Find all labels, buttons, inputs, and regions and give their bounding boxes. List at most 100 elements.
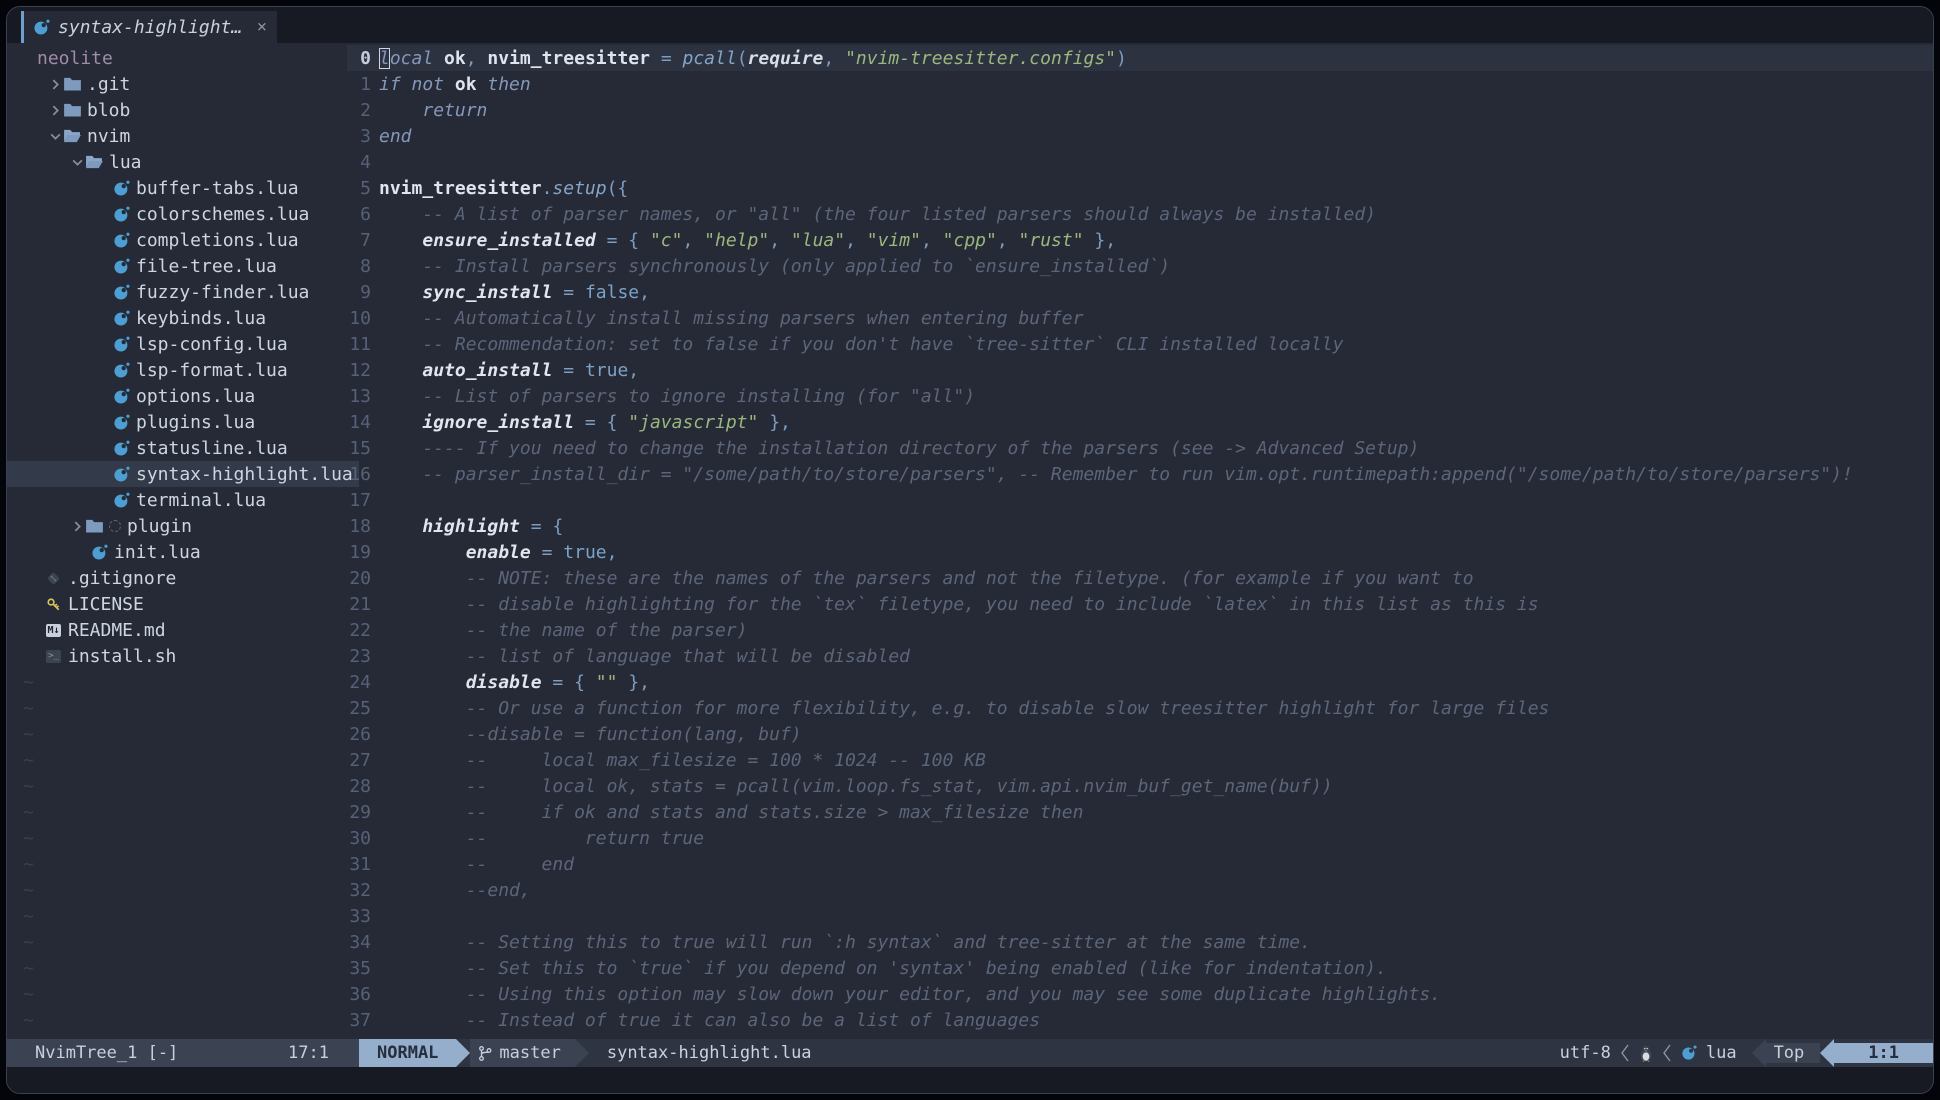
tree-item-lsp-format-lua[interactable]: lsp-format.lua xyxy=(7,357,359,383)
empty-line-tilde: ~ xyxy=(7,851,359,877)
code-line-33[interactable]: 33 xyxy=(347,903,1933,929)
line-number: 6 xyxy=(347,204,371,225)
tabline: syntax-highlight… × xyxy=(7,7,1933,43)
code-line-34[interactable]: 34 -- Setting this to true will run `:h … xyxy=(347,929,1933,955)
tree-item-keybinds-lua[interactable]: keybinds.lua xyxy=(7,305,359,331)
code-line-31[interactable]: 31 -- end xyxy=(347,851,1933,877)
tree-item-options-lua[interactable]: options.lua xyxy=(7,383,359,409)
folder-closed-icon xyxy=(64,77,81,91)
code-line-4[interactable]: 4 xyxy=(347,149,1933,175)
tree-item-lua[interactable]: lua xyxy=(7,149,359,175)
code-line-0[interactable]: 0local ok, nvim_treesitter = pcall(requi… xyxy=(347,45,1933,71)
code-line-3[interactable]: 3end xyxy=(347,123,1933,149)
line-number: 5 xyxy=(347,178,371,199)
tree-item-label: terminal.lua xyxy=(136,490,266,511)
code-line-32[interactable]: 32 --end, xyxy=(347,877,1933,903)
code-line-35[interactable]: 35 -- Set this to `true` if you depend o… xyxy=(347,955,1933,981)
tree-item-lsp-config-lua[interactable]: lsp-config.lua xyxy=(7,331,359,357)
statusline: NvimTree_1 [-] 17:1 NORMAL master syntax… xyxy=(7,1039,1933,1067)
tree-item-label: .gitignore xyxy=(68,568,176,589)
code-line-2[interactable]: 2 return xyxy=(347,97,1933,123)
line-number: 7 xyxy=(347,230,371,251)
tree-item-blob[interactable]: blob xyxy=(7,97,359,123)
code-line-9[interactable]: 9 sync_install = false, xyxy=(347,279,1933,305)
tree-item-terminal-lua[interactable]: terminal.lua xyxy=(7,487,359,513)
line-number: 2 xyxy=(347,100,371,121)
code-buffer[interactable]: 0local ok, nvim_treesitter = pcall(requi… xyxy=(347,45,1933,1033)
code-line-17[interactable]: 17 xyxy=(347,487,1933,513)
tree-item-license[interactable]: LICENSE xyxy=(7,591,359,617)
code-line-26[interactable]: 26 --disable = function(lang, buf) xyxy=(347,721,1933,747)
tree-item--git[interactable]: .git xyxy=(7,71,359,97)
command-line[interactable] xyxy=(7,1067,1933,1093)
tree-item-install-sh[interactable]: >_install.sh xyxy=(7,643,359,669)
tree-root-label[interactable]: neolite xyxy=(7,45,359,71)
tab-syntax-highlight[interactable]: syntax-highlight… × xyxy=(21,11,277,43)
code-line-12[interactable]: 12 auto_install = true, xyxy=(347,357,1933,383)
code-line-1[interactable]: 1if not ok then xyxy=(347,71,1933,97)
code-line-10[interactable]: 10 -- Automatically install missing pars… xyxy=(347,305,1933,331)
code-line-6[interactable]: 6 -- A list of parser names, or "all" (t… xyxy=(347,201,1933,227)
code-line-21[interactable]: 21 -- disable highlighting for the `tex`… xyxy=(347,591,1933,617)
tree-item-plugins-lua[interactable]: plugins.lua xyxy=(7,409,359,435)
code-line-text: --disable = function(lang, buf) xyxy=(379,724,802,745)
tree-item-file-tree-lua[interactable]: file-tree.lua xyxy=(7,253,359,279)
tree-item--gitignore[interactable]: .gitignore xyxy=(7,565,359,591)
tree-item-plugin[interactable]: plugin xyxy=(7,513,359,539)
code-line-11[interactable]: 11 -- Recommendation: set to false if yo… xyxy=(347,331,1933,357)
tree-item-colorschemes-lua[interactable]: colorschemes.lua xyxy=(7,201,359,227)
code-line-19[interactable]: 19 enable = true, xyxy=(347,539,1933,565)
tree-item-fuzzy-finder-lua[interactable]: fuzzy-finder.lua xyxy=(7,279,359,305)
editor-content: neolite.gitblobnvimluabuffer-tabs.luacol… xyxy=(7,43,1933,1039)
code-line-5[interactable]: 5nvim_treesitter.setup({ xyxy=(347,175,1933,201)
tab-label: syntax-highlight… xyxy=(58,17,242,38)
code-line-7[interactable]: 7 ensure_installed = { "c", "help", "lua… xyxy=(347,227,1933,253)
code-line-27[interactable]: 27 -- local max_filesize = 100 * 1024 --… xyxy=(347,747,1933,773)
code-line-14[interactable]: 14 ignore_install = { "javascript" }, xyxy=(347,409,1933,435)
code-line-24[interactable]: 24 disable = { "" }, xyxy=(347,669,1933,695)
code-line-8[interactable]: 8 -- Install parsers synchronously (only… xyxy=(347,253,1933,279)
code-line-36[interactable]: 36 -- Using this option may slow down yo… xyxy=(347,981,1933,1007)
chevron-right-icon[interactable] xyxy=(69,520,86,533)
lua-file-icon xyxy=(113,414,130,431)
code-line-29[interactable]: 29 -- if ok and stats and stats.size > m… xyxy=(347,799,1933,825)
empty-line-tilde: ~ xyxy=(7,747,359,773)
close-icon[interactable]: × xyxy=(257,17,267,37)
code-line-22[interactable]: 22 -- the name of the parser) xyxy=(347,617,1933,643)
code-line-13[interactable]: 13 -- List of parsers to ignore installi… xyxy=(347,383,1933,409)
tree-item-buffer-tabs-lua[interactable]: buffer-tabs.lua xyxy=(7,175,359,201)
code-line-text: -- Automatically install missing parsers… xyxy=(379,308,1083,329)
tree-item-init-lua[interactable]: init.lua xyxy=(7,539,359,565)
code-line-37[interactable]: 37 -- Instead of true it can also be a l… xyxy=(347,1007,1933,1033)
code-line-25[interactable]: 25 -- Or use a function for more flexibi… xyxy=(347,695,1933,721)
code-line-text: -- A list of parser names, or "all" (the… xyxy=(379,204,1376,225)
chevron-down-icon[interactable] xyxy=(47,130,64,143)
code-line-15[interactable]: 15 ---- If you need to change the instal… xyxy=(347,435,1933,461)
line-number: 36 xyxy=(347,984,371,1005)
angle-separator-icon xyxy=(1620,1044,1630,1062)
cursor-position-segment: 1:1 xyxy=(1834,1043,1933,1063)
tree-item-nvim[interactable]: nvim xyxy=(7,123,359,149)
code-line-16[interactable]: 16 -- parser_install_dir = "/some/path/t… xyxy=(347,461,1933,487)
tree-item-statusline-lua[interactable]: statusline.lua xyxy=(7,435,359,461)
empty-line-tilde: ~ xyxy=(7,773,359,799)
tree-item-syntax-highlight-lua[interactable]: syntax-highlight.lua xyxy=(7,461,359,487)
folder-open-icon xyxy=(86,155,103,169)
scroll-position: Top xyxy=(1774,1043,1805,1063)
code-line-text: ensure_installed = { "c", "help", "lua",… xyxy=(379,230,1116,251)
chevron-right-icon[interactable] xyxy=(47,104,64,117)
chevron-down-icon[interactable] xyxy=(69,156,86,169)
code-line-18[interactable]: 18 highlight = { xyxy=(347,513,1933,539)
tree-item-readme-md[interactable]: M↓README.md xyxy=(7,617,359,643)
statusline-right: utf-8 lua Top 1:1 xyxy=(1560,1039,1933,1067)
code-line-30[interactable]: 30 -- return true xyxy=(347,825,1933,851)
code-line-20[interactable]: 20 -- NOTE: these are the names of the p… xyxy=(347,565,1933,591)
chevron-right-icon[interactable] xyxy=(47,78,64,91)
code-line-text: --end, xyxy=(379,880,531,901)
powerline-separator xyxy=(456,1039,470,1067)
dashed-circle-icon xyxy=(109,520,121,532)
code-line-28[interactable]: 28 -- local ok, stats = pcall(vim.loop.f… xyxy=(347,773,1933,799)
tree-item-completions-lua[interactable]: completions.lua xyxy=(7,227,359,253)
line-number: 33 xyxy=(347,906,371,927)
code-line-23[interactable]: 23 -- list of language that will be disa… xyxy=(347,643,1933,669)
